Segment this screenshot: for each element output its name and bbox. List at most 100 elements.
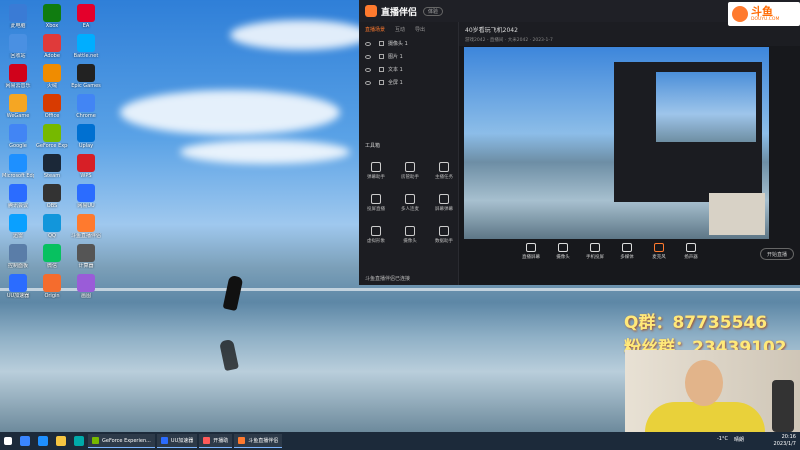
app-icon — [43, 184, 61, 202]
tool-data[interactable]: 数据助手 — [429, 226, 459, 244]
task-douyu[interactable]: 斗鱼直播伴侣 — [234, 434, 283, 448]
desktop-icon-label: 控制面板 — [7, 263, 28, 269]
screen-icon — [379, 80, 384, 85]
desktop-icon[interactable]: QQ — [36, 214, 68, 239]
source-item[interactable]: 全屏 1 — [359, 76, 458, 89]
desktop-icon[interactable]: 控制面板 — [2, 244, 34, 269]
desktop-icon[interactable]: Origin — [36, 274, 68, 299]
control-screen[interactable]: 直播屏幕 — [519, 240, 543, 260]
source-label: 摄像头 1 — [388, 41, 408, 47]
eye-icon[interactable] — [365, 41, 371, 46]
desktop-icon[interactable]: 回收站 — [2, 34, 34, 59]
tool-task[interactable]: 主播任务 — [429, 162, 459, 180]
person-shirt — [645, 402, 765, 432]
desktop-icon[interactable]: Microsoft Edge — [2, 154, 34, 179]
douyu-name: 斗鱼 — [751, 5, 773, 18]
app-icon — [77, 64, 95, 82]
desktop-icon[interactable]: UU加速器 — [2, 274, 34, 299]
desktop-icon-label: OBS — [46, 203, 58, 209]
desktop-icon[interactable]: GeForce Experience — [36, 124, 68, 149]
app-icon — [77, 4, 95, 22]
tab-export[interactable]: 导出 — [415, 26, 425, 33]
taskbar-clock[interactable]: 20:16 2023/1/7 — [774, 434, 796, 448]
task-helper[interactable]: 开播助 — [199, 434, 233, 448]
control-mic[interactable]: 麦克风 — [647, 240, 671, 260]
desktop-icon[interactable]: Xbox — [36, 4, 68, 29]
source-item[interactable]: 文本 1 — [359, 63, 458, 76]
stream-preview[interactable] — [464, 47, 769, 239]
tool-admin[interactable]: 房管助手 — [395, 162, 425, 180]
desktop-icon[interactable]: 此电脑 — [2, 4, 34, 29]
text-icon — [379, 67, 384, 72]
uu-icon — [160, 437, 168, 444]
edge-dev-icon[interactable] — [74, 436, 84, 446]
desktop-icon[interactable]: EA — [70, 4, 102, 29]
source-item[interactable]: 摄像头 1 — [359, 37, 458, 50]
source-item[interactable]: 图片 1 — [359, 50, 458, 63]
room-title[interactable]: 40岁看玩飞机2042 — [465, 25, 794, 34]
source-label: 文本 1 — [388, 67, 403, 73]
task-view-icon[interactable] — [20, 436, 30, 446]
edge-icon[interactable] — [38, 436, 48, 446]
app-icon — [9, 184, 27, 202]
desktop-icon[interactable]: 网易云音乐 — [2, 64, 34, 89]
desktop-icon[interactable]: 火绒 — [36, 64, 68, 89]
douyu-icon — [238, 437, 246, 444]
tool-avatar[interactable]: 虚拟形象 — [361, 226, 391, 244]
tool-danmu[interactable]: 弹幕助手 — [361, 162, 391, 180]
tool-camera[interactable]: 摄像头 — [395, 226, 425, 244]
control-speaker[interactable]: 扬声器 — [679, 240, 703, 260]
desktop-icon[interactable]: Google — [2, 124, 34, 149]
tool-label: 数据助手 — [435, 239, 453, 244]
app-icon — [77, 184, 95, 202]
eye-icon[interactable] — [365, 67, 371, 72]
desktop-icon[interactable]: Adobe — [36, 34, 68, 59]
sidebar-tabs: 直播场景 互动 导出 — [359, 22, 458, 37]
nested-preview — [614, 62, 762, 202]
desktop-icon[interactable]: Steam — [36, 154, 68, 179]
eye-icon[interactable] — [365, 54, 371, 59]
broadcast-app-window[interactable]: 直播伴侣 体验 直播场景 互动 导出 摄像头 1 图片 1 文本 1 全屏 1 … — [359, 0, 800, 285]
eye-icon[interactable] — [365, 80, 371, 85]
desktop-icon[interactable]: 网易UU — [70, 184, 102, 209]
control-media[interactable]: 多媒体 — [615, 240, 639, 260]
system-tray[interactable]: -1°C 晴朗 — [717, 436, 744, 443]
start-stream-button[interactable]: 开始直播 — [760, 248, 794, 260]
desktop-icon[interactable]: 腾讯会议 — [2, 184, 34, 209]
avatar-icon — [371, 226, 381, 236]
task-geforce[interactable]: GeForce Experien... — [88, 434, 155, 448]
desktop-icon[interactable]: 迅雷 — [2, 214, 34, 239]
desktop-icon[interactable]: Uplay — [70, 124, 102, 149]
desktop-icon[interactable]: WPS — [70, 154, 102, 179]
desktop-icon[interactable]: OBS — [36, 184, 68, 209]
control-phone[interactable]: 手机投屏 — [583, 240, 607, 260]
desktop-icon-label: Microsoft Edge — [2, 173, 34, 179]
tool-cast[interactable]: 投屏直播 — [361, 194, 391, 212]
app-icon — [9, 34, 27, 52]
desktop-icon[interactable]: Office — [36, 94, 68, 119]
desktop-icon-label: Google — [9, 143, 27, 149]
desktop-icon[interactable]: 计算器 — [70, 244, 102, 269]
cast-icon — [371, 194, 381, 204]
speaker-icon — [686, 243, 696, 252]
chat-icon — [371, 162, 381, 172]
tool-screen-danmu[interactable]: 屏幕弹幕 — [429, 194, 459, 212]
desktop-icon[interactable]: Epic Games — [70, 64, 102, 89]
tab-scene[interactable]: 直播场景 — [365, 26, 385, 33]
image-icon — [379, 54, 384, 59]
folder-icon[interactable] — [56, 436, 66, 446]
desktop-icon[interactable]: 微信 — [36, 244, 68, 269]
app-badge[interactable]: 体验 — [423, 6, 444, 16]
tool-multi-mic[interactable]: 多人连麦 — [395, 194, 425, 212]
desktop-icon[interactable]: Chrome — [70, 94, 102, 119]
windows-start-icon[interactable] — [4, 437, 12, 445]
desktop-icon[interactable]: 画图 — [70, 274, 102, 299]
task-uu[interactable]: UU加速器 — [156, 434, 198, 448]
desktop-icon[interactable]: 斗鱼直播伴侣 — [70, 214, 102, 239]
desktop-icon[interactable]: Battle.net — [70, 34, 102, 59]
webcam-feed — [625, 350, 800, 432]
tab-interact[interactable]: 互动 — [395, 26, 405, 33]
control-camera[interactable]: 摄像头 — [551, 240, 575, 260]
desktop-icon[interactable]: WeGame — [2, 94, 34, 119]
app-icon — [9, 4, 27, 22]
